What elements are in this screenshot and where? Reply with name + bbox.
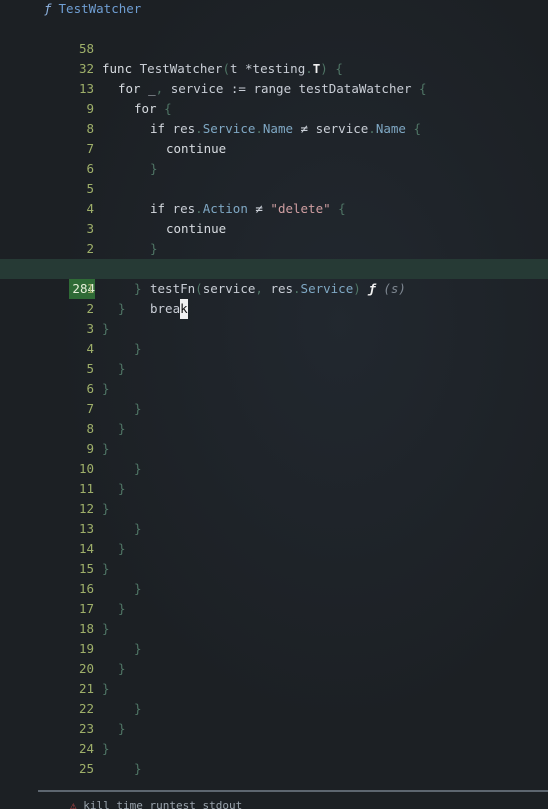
closing-brace: } [134, 281, 142, 296]
closing-brace: } [134, 461, 142, 476]
code-line[interactable]: 19} [0, 639, 548, 659]
line-number: 8 [86, 421, 94, 436]
closing-brace: } [134, 701, 142, 716]
line-number: 15 [78, 561, 94, 576]
code-line[interactable]: 6 [0, 139, 548, 176]
closing-brace: } [102, 681, 110, 696]
line-number: 24 [78, 741, 94, 756]
line-number: 18 [78, 621, 94, 636]
code-line[interactable]: 7} [0, 399, 548, 419]
function-icon: ƒ [44, 1, 52, 16]
code-line[interactable]: 2} [0, 299, 548, 319]
line-number: 10 [78, 461, 94, 476]
code-line[interactable]: 8} [0, 419, 548, 439]
closing-brace: } [102, 321, 110, 336]
code-line[interactable]: 23} [0, 719, 548, 739]
closing-brace: } [102, 561, 110, 576]
line-number: 25 [78, 761, 94, 776]
closing-brace: } [134, 521, 142, 536]
line-number: 9 [86, 441, 94, 456]
code-line[interactable]: 14} [0, 539, 548, 559]
line-number: 4 [86, 341, 94, 356]
code-line[interactable]: 4} [0, 339, 548, 359]
code-line[interactable]: 9 if res.Service.Name ≠ service.Name { [0, 79, 548, 136]
line-number: 20 [78, 661, 94, 676]
code-line[interactable]: 1 testFn(service, res.Service) ƒ (s) [0, 239, 548, 296]
code-line[interactable]: 18} [0, 619, 548, 639]
code-line[interactable]: 32 for _, service := range testDataWatch… [0, 39, 548, 96]
code-line[interactable]: 13 for { [0, 59, 548, 116]
closing-brace: } [102, 441, 110, 456]
closing-brace: } [118, 421, 126, 436]
code-line[interactable]: 4 continue [0, 179, 548, 236]
code-line[interactable]: 5} [0, 359, 548, 379]
line-number: 7 [86, 401, 94, 416]
code-line[interactable]: 13} [0, 519, 548, 539]
closing-brace: } [118, 721, 126, 736]
line-number: 3 [86, 321, 94, 336]
closing-brace: } [134, 581, 142, 596]
line-number: 13 [78, 521, 94, 536]
window-divider [38, 790, 548, 792]
closing-brace: } [118, 661, 126, 676]
closing-brace: } [102, 741, 110, 756]
line-number: 21 [78, 681, 94, 696]
code-line[interactable]: 24} [0, 739, 548, 759]
code-editor[interactable]: ƒ TestWatcher 58 func TestWatcher(t *test… [0, 0, 548, 809]
code-line[interactable]: 8 continue [0, 99, 548, 156]
line-number: 19 [78, 641, 94, 656]
code-line[interactable]: 16} [0, 579, 548, 599]
code-line[interactable]: 58 func TestWatcher(t *testing.T) { [0, 19, 548, 76]
code-line[interactable]: 7 } [0, 119, 548, 176]
closing-brace: } [102, 621, 110, 636]
line-number: 6 [86, 381, 94, 396]
code-line[interactable]: 5 if res.Action ≠ "delete" { [0, 159, 548, 216]
code-line[interactable]: 11} [0, 479, 548, 499]
line-number: 16 [78, 581, 94, 596]
code-line[interactable]: 20} [0, 659, 548, 679]
closing-brace: } [134, 401, 142, 416]
closing-brace: } [118, 301, 126, 316]
closing-brace: } [134, 341, 142, 356]
status-text: kill_time runtest stdout [83, 799, 243, 809]
line-number: 5 [86, 361, 94, 376]
breadcrumb-function-name[interactable]: TestWatcher [59, 1, 142, 16]
closing-brace: } [118, 541, 126, 556]
closing-brace: } [134, 761, 142, 776]
code-line[interactable]: 9} [0, 439, 548, 459]
status-line-peek: ⚠ kill_time runtest stdout [70, 799, 330, 809]
line-number: 23 [78, 721, 94, 736]
code-line[interactable]: 17} [0, 599, 548, 619]
code-line[interactable]: 3 } [0, 199, 548, 256]
code-line[interactable]: 12} [0, 499, 548, 519]
closing-brace: } [118, 481, 126, 496]
code-line[interactable]: 15} [0, 559, 548, 579]
code-line[interactable]: 22} [0, 699, 548, 719]
code-line[interactable]: 25} [0, 759, 548, 779]
code-line[interactable]: 3} [0, 319, 548, 339]
closing-brace: } [118, 361, 126, 376]
line-number: 11 [78, 481, 94, 496]
warning-icon: ⚠ [70, 799, 77, 809]
line-number: 22 [78, 701, 94, 716]
line-number: 2 [86, 301, 94, 316]
closing-brace: } [102, 381, 110, 396]
code-line[interactable]: 1} [0, 279, 548, 299]
current-line[interactable]: 284 break [0, 259, 548, 319]
closing-brace: } [118, 601, 126, 616]
code-line[interactable]: 21} [0, 679, 548, 699]
breadcrumb[interactable]: ƒ TestWatcher [44, 0, 141, 18]
line-number: 14 [78, 541, 94, 556]
closing-brace: } [102, 501, 110, 516]
code-line[interactable]: 6} [0, 379, 548, 399]
closing-brace: } [134, 641, 142, 656]
line-number: 1 [86, 281, 94, 296]
line-number: 17 [78, 601, 94, 616]
code-line[interactable]: 10} [0, 459, 548, 479]
code-line[interactable]: 2 [0, 219, 548, 256]
line-number: 12 [78, 501, 94, 516]
